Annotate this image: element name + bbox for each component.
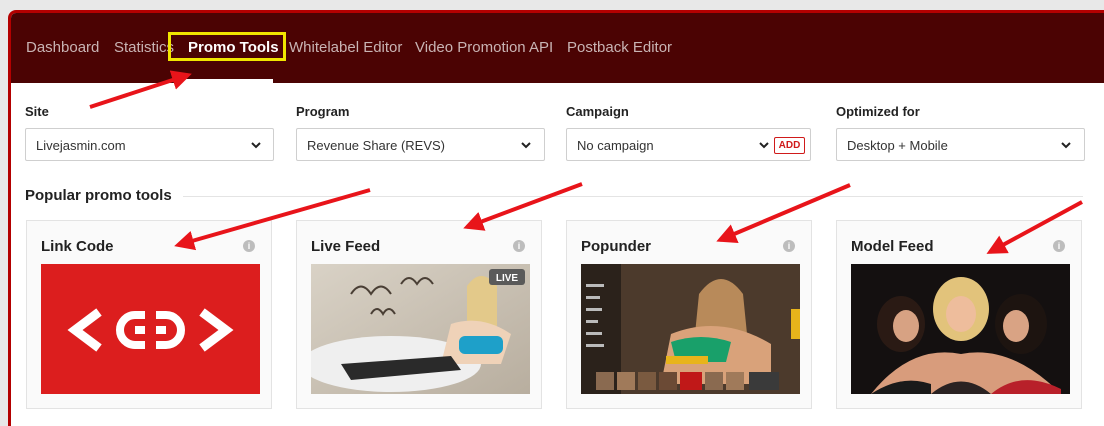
promo-card-model-feed[interactable]: Model Feed i (836, 220, 1082, 409)
info-icon[interactable]: i (513, 240, 525, 252)
program-label: Program (296, 104, 350, 119)
nav-statistics[interactable]: Statistics (114, 39, 174, 56)
optimized-value: Desktop + Mobile (847, 138, 948, 153)
promo-card-link-code[interactable]: Link Code i (26, 220, 272, 409)
live-feed-image: LIVE (311, 264, 530, 394)
live-badge: LIVE (496, 273, 519, 284)
card-title: Link Code (41, 238, 114, 255)
program-select[interactable]: Revenue Share (REVS) (296, 128, 545, 161)
info-icon[interactable]: i (1053, 240, 1065, 252)
optimized-select[interactable]: Desktop + Mobile (836, 128, 1085, 161)
link-code-logo (41, 264, 260, 394)
add-campaign-button[interactable]: ADD (774, 137, 805, 154)
info-icon[interactable]: i (783, 240, 795, 252)
card-title: Popunder (581, 238, 651, 255)
section-divider (183, 196, 1083, 197)
chevron-down-icon (521, 142, 531, 149)
link-code-icon (67, 308, 234, 352)
card-title: Model Feed (851, 238, 934, 255)
promo-tools-panel: Dashboard Statistics Promo Tools Whitela… (8, 10, 1104, 426)
nav-video-promotion-api[interactable]: Video Promotion API (415, 39, 553, 56)
promo-card-live-feed[interactable]: Live Feed i LIVE (296, 220, 542, 409)
site-label: Site (25, 104, 49, 119)
card-title: Live Feed (311, 238, 381, 255)
nav-postback-editor[interactable]: Postback Editor (567, 39, 672, 56)
campaign-value: No campaign (577, 138, 654, 153)
program-value: Revenue Share (REVS) (307, 138, 446, 153)
section-title: Popular promo tools (25, 187, 172, 204)
chevron-down-icon (1061, 142, 1071, 149)
popunder-image (581, 264, 800, 394)
promo-card-popunder[interactable]: Popunder i (566, 220, 812, 409)
chevron-down-icon (759, 142, 769, 149)
campaign-label: Campaign (566, 104, 629, 119)
nav-whitelabel-editor[interactable]: Whitelabel Editor (289, 39, 402, 56)
annotation-highlight-box (168, 32, 286, 61)
optimized-label: Optimized for (836, 104, 920, 119)
site-select[interactable]: Livejasmin.com (25, 128, 274, 161)
chevron-down-icon (251, 142, 261, 149)
active-tab-indicator (181, 79, 273, 83)
model-feed-image (851, 264, 1070, 394)
nav-dashboard[interactable]: Dashboard (26, 39, 99, 56)
top-navigation: Dashboard Statistics Promo Tools Whitela… (11, 13, 1104, 83)
site-value: Livejasmin.com (36, 138, 126, 153)
info-icon[interactable]: i (243, 240, 255, 252)
